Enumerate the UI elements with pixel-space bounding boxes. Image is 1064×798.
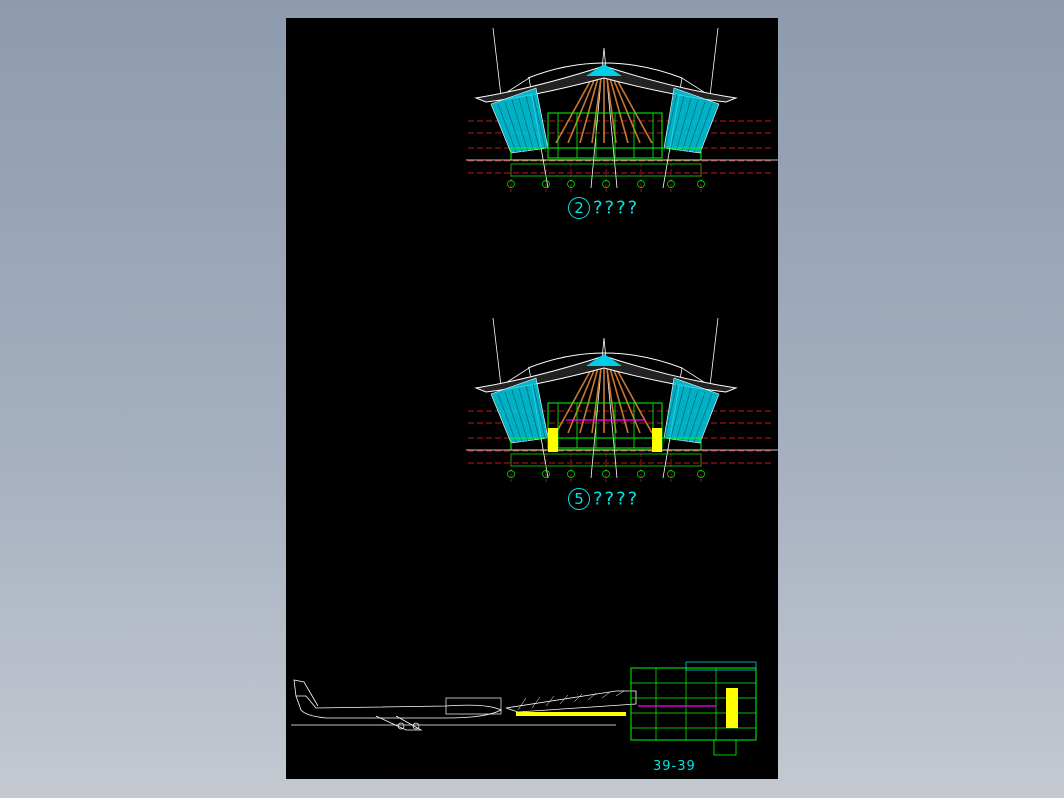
longitudinal-section [291, 661, 757, 756]
bridge-truss [573, 693, 583, 703]
section-label-2: 2???? [568, 197, 639, 219]
aircraft-cockpit [445, 697, 502, 715]
highlight-block [548, 428, 558, 452]
section-number-5: 5 [568, 488, 590, 510]
section-elevation-2 [466, 27, 778, 193]
bridge-truss [587, 692, 597, 701]
section-number-2: 2 [568, 197, 590, 219]
drawing-sheet: 2???? 5???? 39-39 [286, 18, 778, 779]
stair-core [726, 688, 738, 728]
core-frame [547, 402, 663, 449]
bridge-truss [615, 690, 625, 697]
roof-cap [685, 661, 757, 671]
aircraft-fuselage [295, 695, 502, 719]
section-title-2: ???? [593, 197, 640, 219]
section-elevation-5 [466, 317, 778, 483]
aircraft-tail [293, 679, 319, 707]
bridge-truss [531, 696, 541, 709]
core-frame [547, 112, 663, 159]
bridge-truss [517, 697, 527, 711]
bridge-floor [516, 712, 626, 716]
section-title-5: ???? [593, 488, 640, 510]
basement [713, 739, 737, 756]
sheet-number: 39-39 [653, 759, 696, 774]
jet-bridge [505, 690, 637, 713]
section-label-5: 5???? [568, 488, 639, 510]
highlight-block [652, 428, 662, 452]
